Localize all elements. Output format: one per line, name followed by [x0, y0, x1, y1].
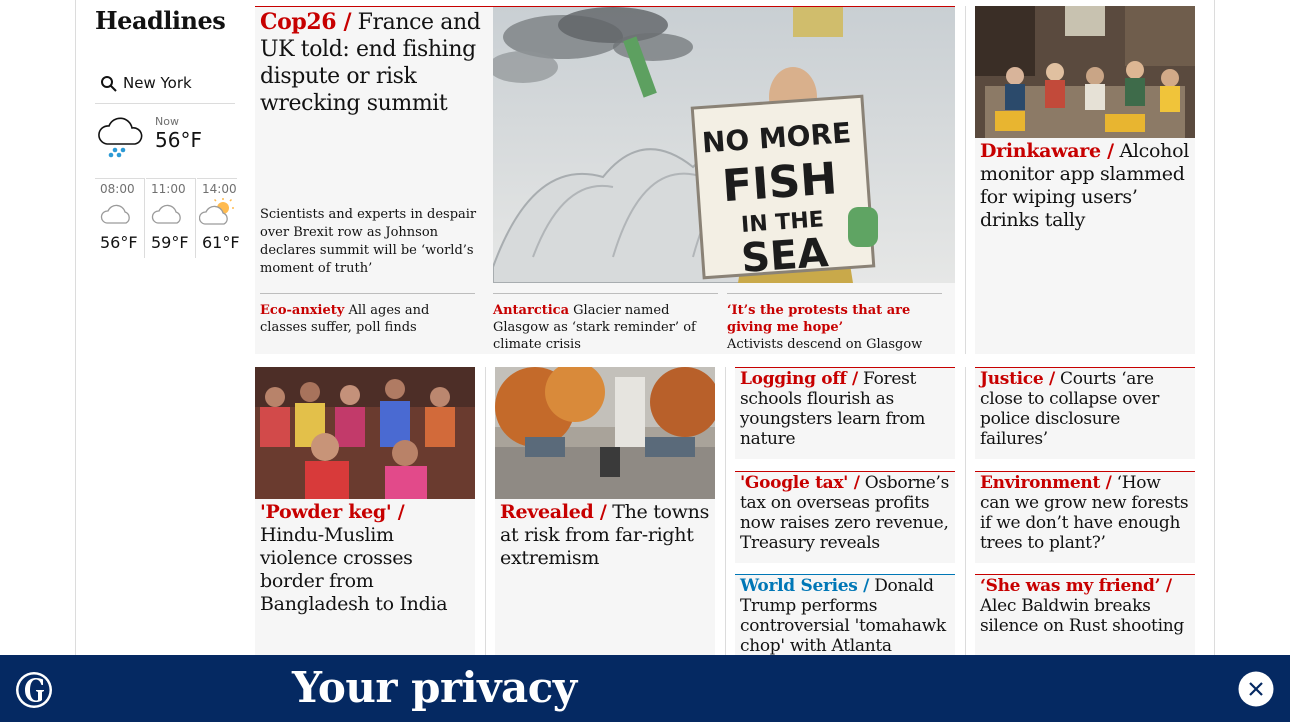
list-item[interactable]: 'Google tax' / Osborne’s tax on overseas… — [735, 471, 955, 563]
now-label: Now — [155, 115, 179, 128]
story-headline[interactable]: 'Powder keg' / Hindu-Muslim violence cro… — [260, 501, 472, 616]
forecast-temp: 61°F — [202, 233, 240, 252]
location-text[interactable]: New York — [123, 74, 192, 92]
list-kicker: Logging off / — [740, 369, 858, 389]
container-left-border — [75, 0, 76, 722]
container-right-border — [1214, 0, 1215, 722]
list-item[interactable]: Environment / ‘How can we grow new fores… — [975, 471, 1195, 563]
sublink[interactable]: ‘It’s the protests that are giving me ho… — [727, 293, 942, 353]
sublink[interactable]: Antarctica Glacier named Glasgow as ‘sta… — [493, 293, 718, 353]
story-headline[interactable]: Revealed / The towns at risk from far-ri… — [500, 501, 712, 570]
forecast-temp: 56°F — [100, 233, 138, 252]
forecast-time: 14:00 — [202, 182, 237, 196]
list-item[interactable]: World Series / Donald Trump performs con… — [735, 574, 955, 657]
forecast-item: 11:00 59°F — [146, 178, 196, 258]
story-card[interactable]: 'Powder keg' / Hindu-Muslim violence cro… — [255, 367, 475, 657]
rain-cloud-icon — [95, 114, 147, 158]
search-icon — [100, 75, 118, 93]
lead-standfirst: Scientists and experts in despair over B… — [260, 207, 477, 276]
forecast-time: 08:00 — [100, 182, 135, 196]
location-search[interactable]: New York — [95, 68, 235, 104]
list-item[interactable]: Logging off / Forest schools flourish as… — [735, 367, 955, 459]
sun-cloud-icon — [199, 197, 237, 227]
list-headline: Justice / Courts ‘are close to collapse … — [980, 369, 1192, 449]
svg-text:SEA: SEA — [740, 230, 830, 282]
list-headline: Logging off / Forest schools flourish as… — [740, 369, 952, 449]
list-headline: Environment / ‘How can we grow new fores… — [980, 473, 1192, 553]
forecast-time: 11:00 — [151, 182, 186, 196]
forecast-item: 08:00 56°F — [95, 178, 145, 258]
list-item[interactable]: Justice / Courts ‘are close to collapse … — [975, 367, 1195, 459]
story-headline[interactable]: Drinkaware / Alcohol monitor app slammed… — [980, 140, 1190, 232]
list-item[interactable]: ‘She was my friend’ / Alec Baldwin break… — [975, 574, 1195, 657]
list-headline: 'Google tax' / Osborne’s tax on overseas… — [740, 473, 952, 553]
column-divider — [965, 367, 966, 657]
forecast-temp: 59°F — [151, 233, 189, 252]
story-card[interactable]: Drinkaware / Alcohol monitor app slammed… — [975, 6, 1195, 354]
lead-story-card[interactable]: Cop26 / France and UK told: end fishing … — [255, 6, 955, 354]
story-image[interactable] — [255, 367, 475, 499]
story-image[interactable] — [495, 367, 715, 499]
lead-kicker: Cop26 / — [260, 9, 352, 35]
list-headline: World Series / Donald Trump performs con… — [740, 576, 952, 657]
sublink-kicker: ‘It’s the protests that are giving me ho… — [727, 303, 911, 335]
list-headline-text: Alec Baldwin breaks silence on Rust shoo… — [980, 596, 1184, 636]
list-kicker: ‘She was my friend’ / — [980, 576, 1172, 596]
now-temp: 56°F — [155, 128, 202, 152]
list-kicker: 'Google tax' / — [740, 473, 860, 493]
cloud-icon — [150, 203, 184, 227]
list-kicker: World Series / — [740, 576, 870, 596]
list-headline: ‘She was my friend’ / Alec Baldwin break… — [980, 576, 1192, 636]
story-headline-text: Hindu-Muslim violence crosses border fro… — [260, 524, 448, 615]
list-kicker: Environment / — [980, 473, 1112, 493]
column-divider — [485, 367, 486, 657]
forecast: 08:00 56°F 11:00 59°F 14:00 61°F — [95, 178, 240, 258]
forecast-item: 14:00 61°F — [197, 178, 240, 258]
column-divider — [725, 367, 726, 657]
privacy-title: Your privacy — [292, 663, 577, 712]
lead-headline[interactable]: Cop26 / France and UK told: end fishing … — [260, 9, 482, 117]
guardian-logo-icon[interactable] — [15, 671, 53, 709]
cloud-icon — [99, 203, 133, 227]
story-kicker: Revealed / — [500, 501, 607, 523]
close-button[interactable] — [1238, 671, 1274, 707]
story-kicker: Drinkaware / — [980, 140, 1114, 162]
privacy-banner: Your privacy — [0, 655, 1290, 722]
column-divider — [965, 6, 966, 354]
sublink[interactable]: Eco-anxiety All ages and classes suffer,… — [260, 293, 475, 336]
section-title: Headlines — [95, 6, 226, 35]
sublink-kicker: Antarctica — [493, 303, 570, 318]
sidebar: Headlines New York Now 56°F 08:00 56°F 1… — [95, 0, 240, 300]
story-image[interactable] — [975, 6, 1195, 138]
story-kicker: 'Powder keg' / — [260, 501, 405, 523]
sublink-text: Activists descend on Glasgow — [727, 337, 923, 352]
list-kicker: Justice / — [980, 369, 1055, 389]
svg-text:FISH: FISH — [721, 153, 839, 212]
lead-image[interactable]: NO MORE FISH IN THE SEA — [493, 7, 955, 283]
sublink-kicker: Eco-anxiety — [260, 303, 345, 318]
story-card[interactable]: Revealed / The towns at risk from far-ri… — [495, 367, 715, 657]
